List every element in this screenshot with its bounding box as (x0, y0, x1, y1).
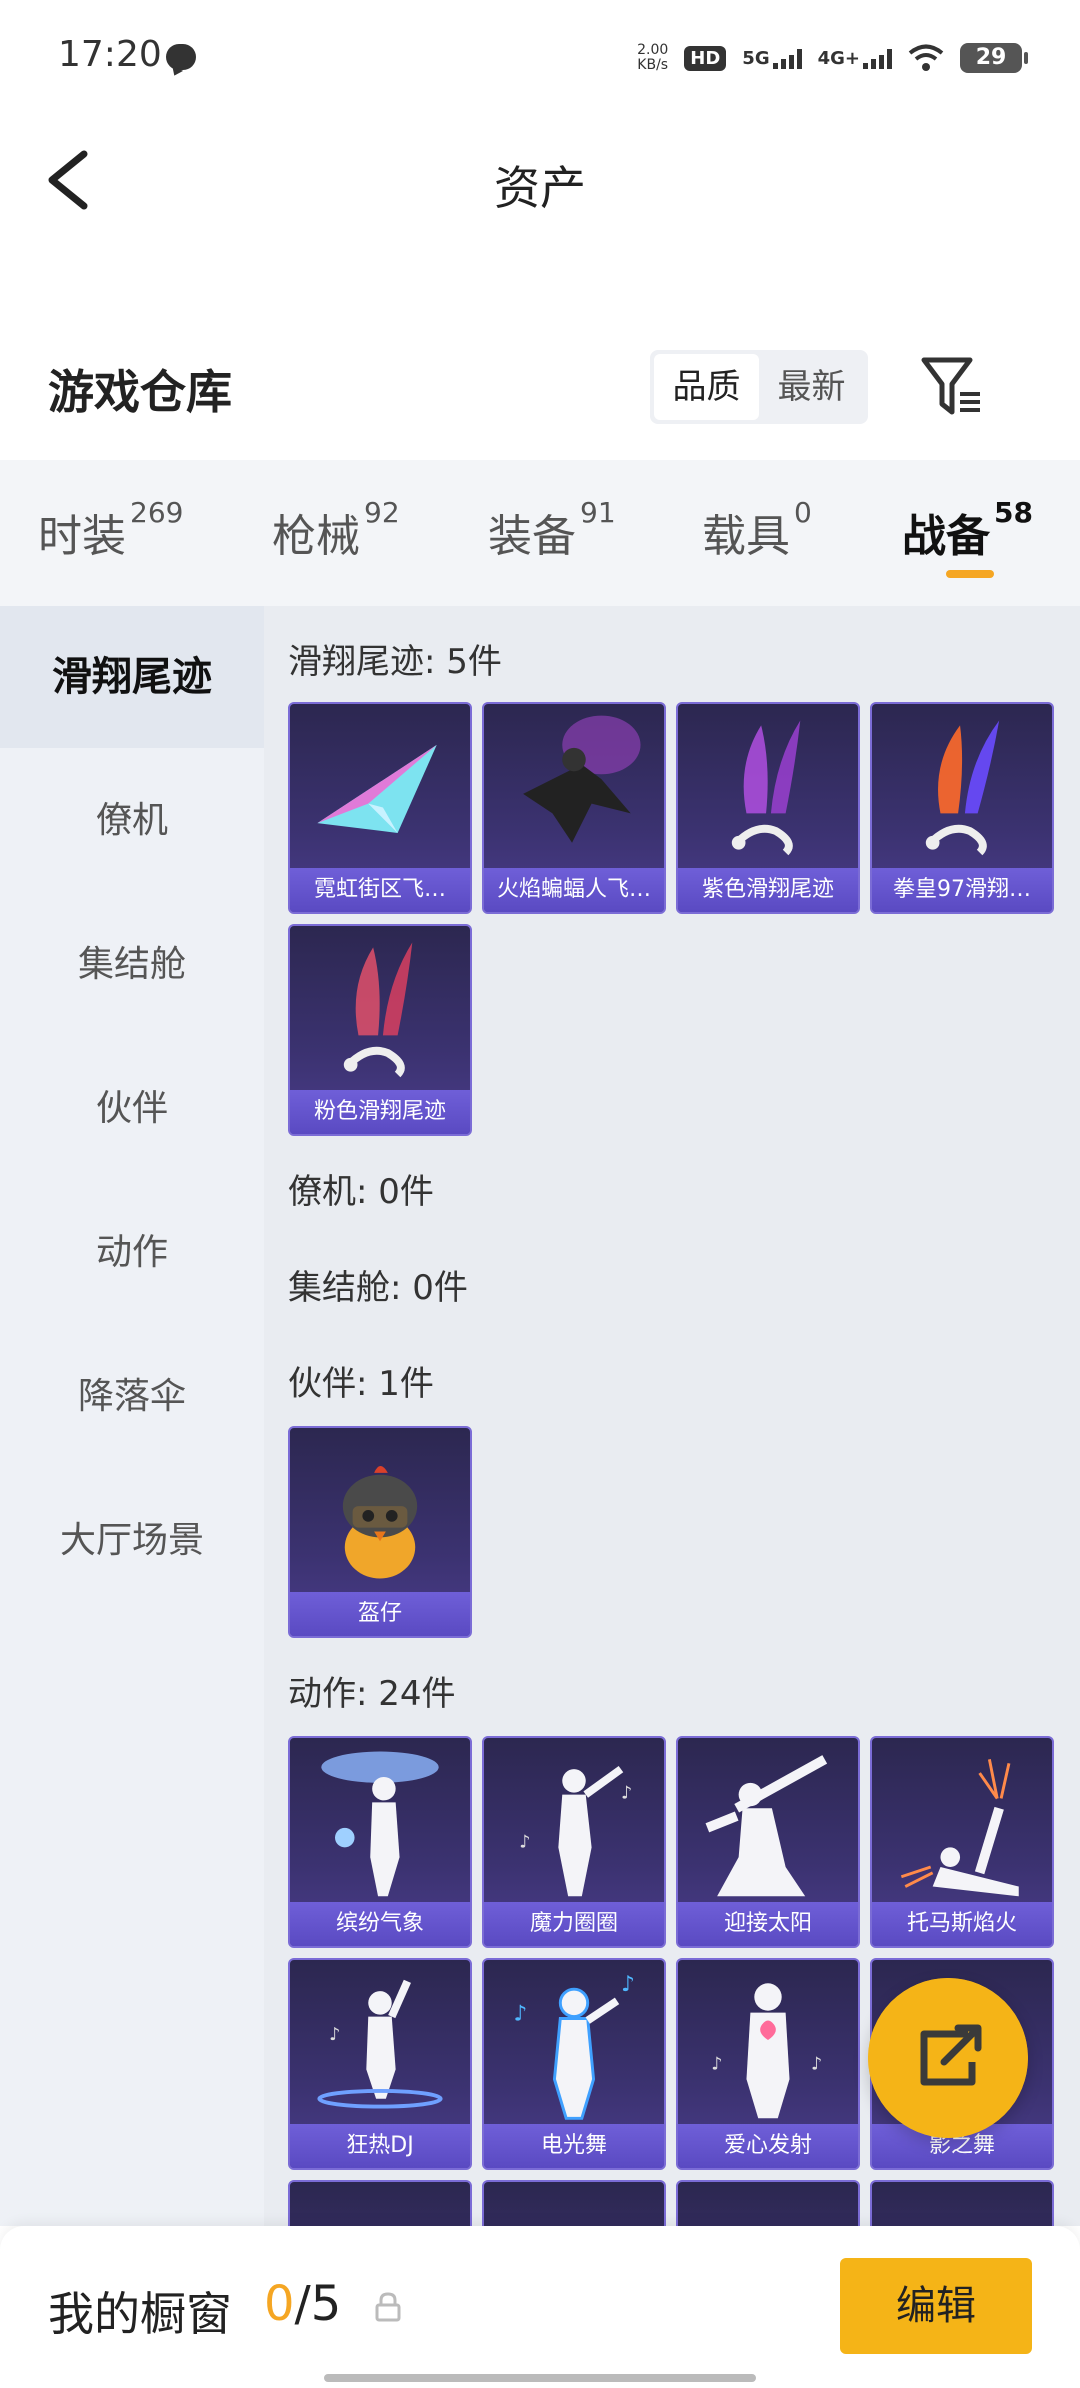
tab-vehicles[interactable]: 载具 0 (702, 496, 812, 564)
signal-4g-icon: 4G+ (818, 48, 892, 69)
sort-toggle: 品质 最新 (650, 350, 868, 424)
tab-guns[interactable]: 枪械 92 (272, 496, 400, 564)
status-bar: 17:20 2.00 KB/s HD 5G 4G+ 29 (0, 0, 1080, 120)
item-card[interactable]: ♪ ♪ 魔力圈圈 (482, 1736, 666, 1948)
emote-firework-icon (900, 1759, 1019, 1897)
emote-sun-icon (705, 1755, 828, 1897)
network-speed: 2.00 KB/s (637, 42, 669, 73)
svg-text:♪: ♪ (621, 1972, 635, 1997)
status-icons: 2.00 KB/s HD 5G 4G+ 29 (637, 38, 1028, 78)
showcase-bar: 我的橱窗 0/5 编辑 (0, 2226, 1080, 2388)
item-card[interactable]: 盔仔 (288, 1426, 472, 1638)
item-card[interactable]: 粉色滑翔尾迹 (288, 924, 472, 1136)
item-card[interactable]: 迎接太阳 (676, 1736, 860, 1948)
app-header: 资产 (0, 120, 1080, 240)
svg-text:♪: ♪ (519, 1832, 530, 1852)
share-button[interactable] (868, 1978, 1028, 2138)
status-time: 17:20 (58, 34, 162, 75)
purple-trail-icon (731, 720, 801, 856)
svg-text:♪: ♪ (711, 2054, 722, 2074)
item-card[interactable]: 托马斯焰火 (870, 1736, 1054, 1948)
hd-voice-icon: HD (684, 45, 727, 71)
helmet-chick-icon (342, 1465, 418, 1579)
lock-icon (375, 2292, 401, 2322)
section-title-wingman: 僚机: 0件 (288, 1172, 434, 1212)
tab-equipment[interactable]: 装备 91 (488, 496, 616, 564)
item-card[interactable] (676, 2180, 860, 2226)
sort-quality-button[interactable]: 品质 (654, 354, 759, 420)
category-tabs: 时装 269 枪械 92 装备 91 载具 0 战备 58 (0, 460, 1080, 606)
filter-icon[interactable] (920, 356, 984, 418)
section-title-emote: 动作: 24件 (288, 1674, 456, 1714)
emote-dj-icon: ♪ (317, 1979, 443, 2109)
item-card[interactable]: 火焰蝙蝠人飞… (482, 702, 666, 914)
sidebar-item-emote[interactable]: 动作 (0, 1182, 264, 1324)
edit-button[interactable]: 编辑 (840, 2258, 1032, 2354)
emote-weather-icon (321, 1751, 439, 1897)
tab-fashion[interactable]: 时装 269 (38, 496, 183, 564)
home-indicator[interactable] (324, 2374, 756, 2382)
emote-heart-icon: ♪ ♪ (711, 1983, 822, 2119)
item-card[interactable] (482, 2180, 666, 2226)
svg-text:♪: ♪ (621, 1783, 632, 1803)
pink-trail-icon (343, 942, 413, 1078)
sidebar-item-parachute[interactable]: 降落伞 (0, 1326, 264, 1468)
sidebar-item-partner[interactable]: 伙伴 (0, 1038, 264, 1180)
section-title-pod: 集结舱: 0件 (288, 1268, 468, 1308)
flame-trail-icon (925, 720, 1000, 856)
warehouse-title: 游戏仓库 (48, 365, 232, 419)
item-card[interactable]: 拳皇97滑翔… (870, 702, 1054, 914)
sidebar-item-lobby-scene[interactable]: 大厅场景 (0, 1470, 264, 1612)
battery-icon: 29 (960, 43, 1028, 73)
item-card[interactable]: ♪ ♪ 爱心发射 (676, 1958, 860, 2170)
bat-hero-icon (523, 715, 641, 843)
item-card[interactable] (288, 2180, 472, 2226)
sidebar: 滑翔尾迹 僚机 集结舱 伙伴 动作 降落伞 大厅场景 (0, 606, 264, 2226)
showcase-count: 0/5 (264, 2276, 342, 2332)
sidebar-item-assembly-pod[interactable]: 集结舱 (0, 894, 264, 1036)
paper-plane-icon (317, 744, 437, 833)
section-title-partner: 伙伴: 1件 (288, 1364, 434, 1404)
page-title: 资产 (494, 161, 586, 215)
item-card[interactable]: 霓虹街区飞… (288, 702, 472, 914)
active-tab-indicator (946, 570, 994, 578)
signal-5g-icon: 5G (742, 48, 802, 69)
item-card[interactable]: ♪ 狂热DJ (288, 1958, 472, 2170)
item-card[interactable]: 紫色滑翔尾迹 (676, 702, 860, 914)
emote-magic-circle-icon: ♪ ♪ (519, 1765, 632, 1897)
item-card[interactable]: 缤纷气象 (288, 1736, 472, 1948)
section-title-glide: 滑翔尾迹: 5件 (288, 642, 502, 682)
emote-electric-dance-icon: ♪ ♪ (513, 1972, 635, 2120)
svg-text:♪: ♪ (513, 2001, 527, 2026)
tab-battle-prep[interactable]: 战备 58 (902, 496, 1033, 564)
svg-text:♪: ♪ (329, 2025, 340, 2045)
sort-newest-button[interactable]: 最新 (759, 354, 864, 420)
item-card[interactable]: ♪ ♪ 电光舞 (482, 1958, 666, 2170)
sidebar-item-wingman[interactable]: 僚机 (0, 750, 264, 892)
svg-text:♪: ♪ (811, 2054, 822, 2074)
wifi-icon (908, 44, 944, 71)
chat-notification-icon (166, 44, 196, 70)
item-card[interactable] (870, 2180, 1054, 2226)
sidebar-item-glide-trail[interactable]: 滑翔尾迹 (0, 606, 264, 748)
showcase-label: 我的橱窗 (48, 2287, 232, 2341)
